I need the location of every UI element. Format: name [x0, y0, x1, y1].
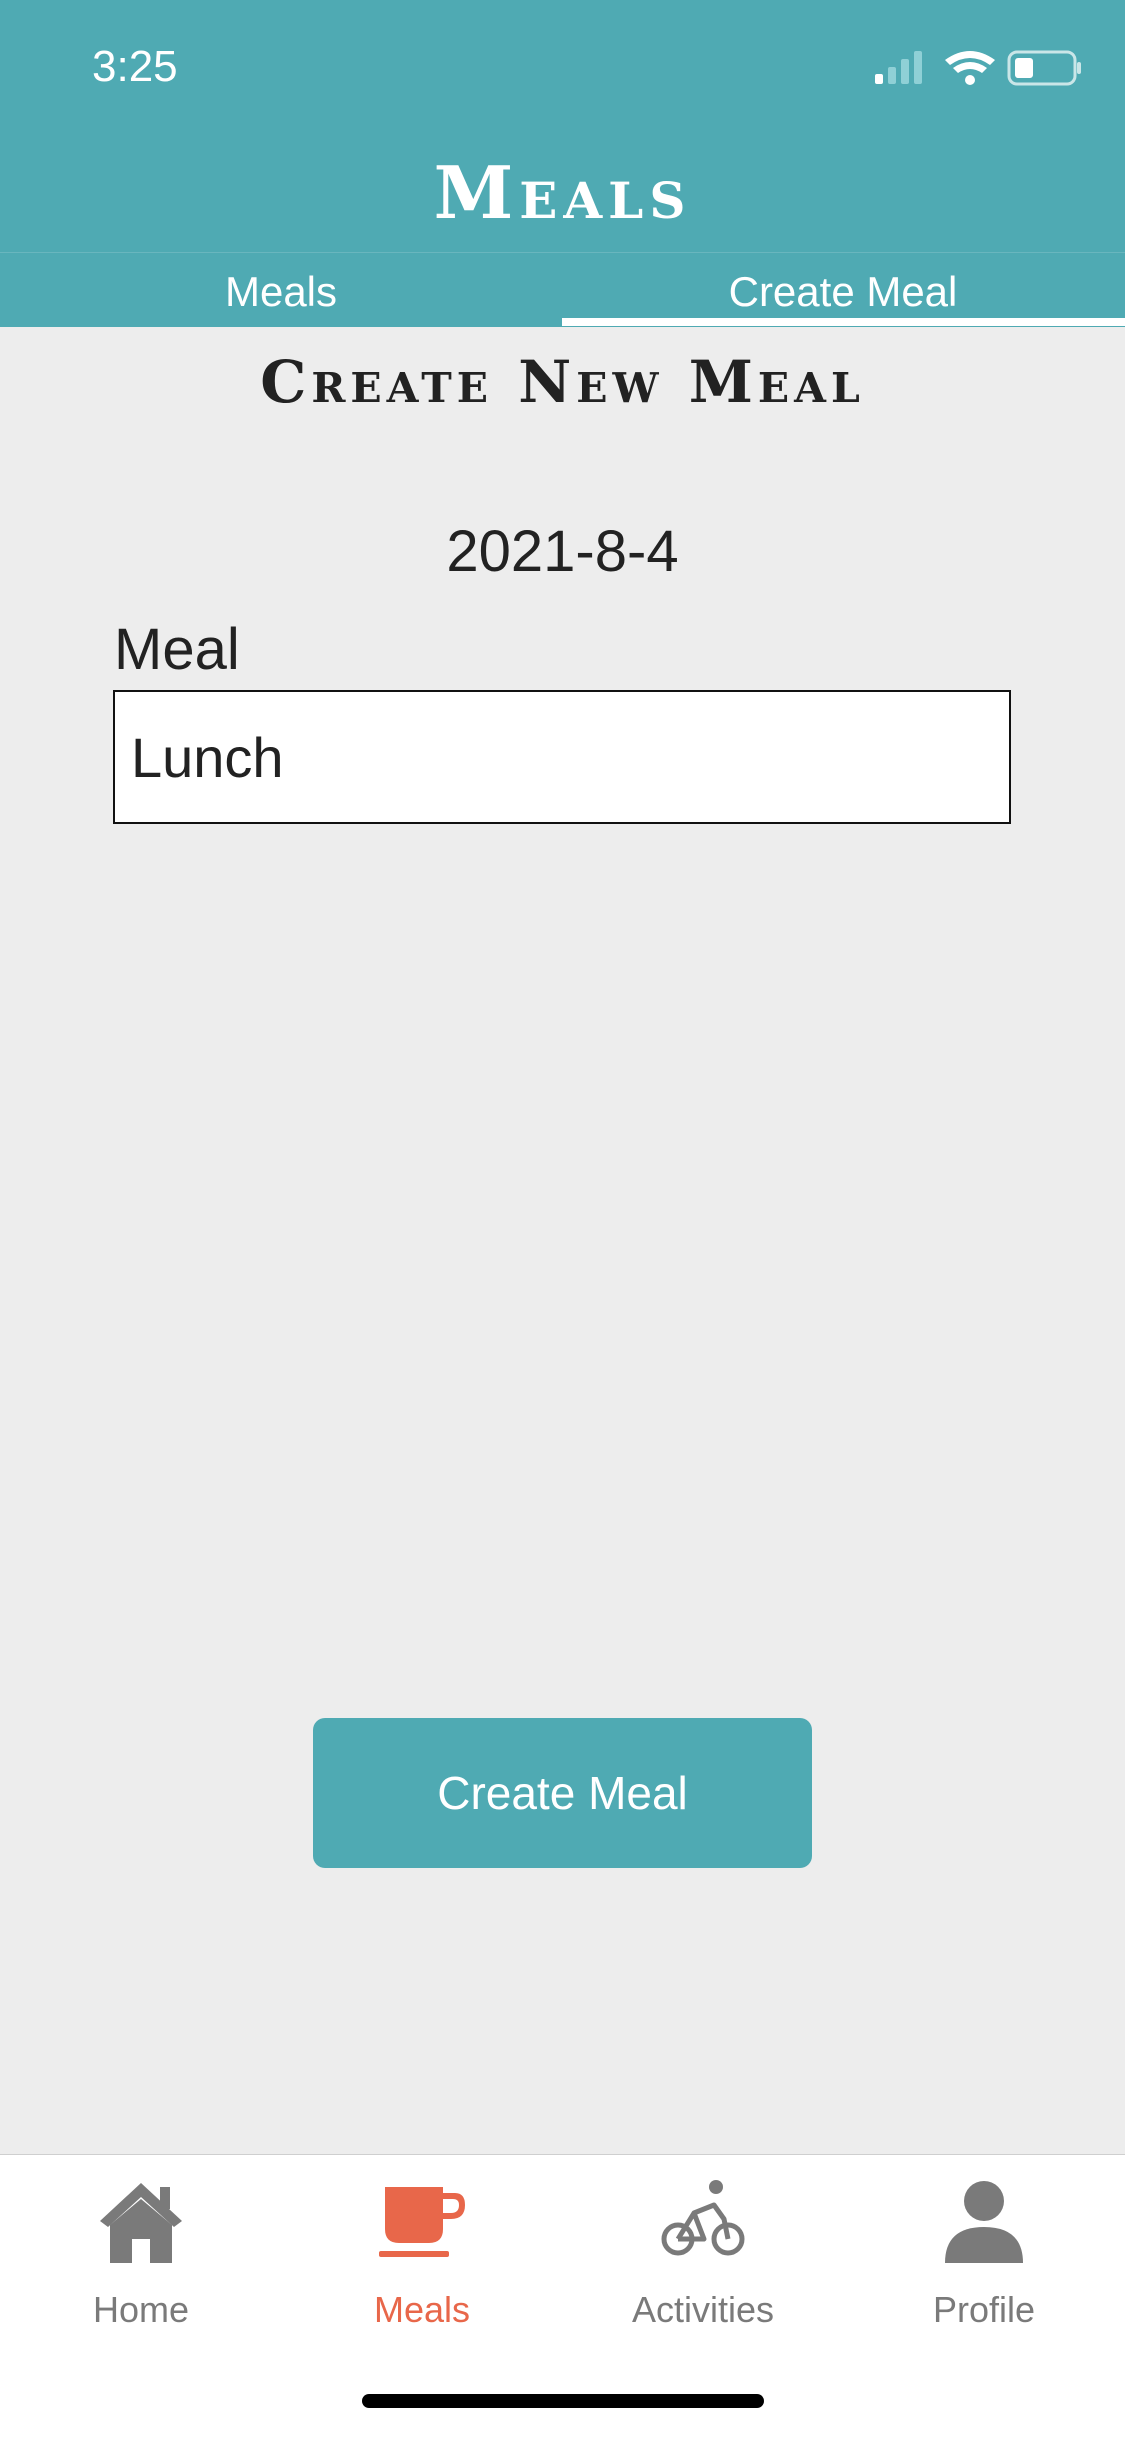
meal-input[interactable] [113, 690, 1011, 824]
app-header: 3:25 Meals [0, 0, 1125, 252]
bicycle-icon [661, 2180, 745, 2256]
nav-label-meals: Meals [373, 2289, 471, 2330]
person-icon [945, 2181, 1023, 2263]
wifi-icon [945, 51, 995, 85]
active-tab-indicator [562, 318, 1125, 326]
page-title: Meals [433, 150, 692, 235]
cup-icon [379, 2187, 465, 2257]
section-title: Create New Meal [260, 348, 865, 416]
home-icon [100, 2183, 182, 2263]
nav-label-profile: Profile [932, 2289, 1036, 2330]
tab-create-meal[interactable]: Create Meal [562, 253, 1124, 327]
status-time: 3:25 [92, 42, 178, 91]
battery-icon [1007, 50, 1081, 86]
nav-item-meals[interactable]: Meals [281, 2155, 563, 2355]
tab-meals[interactable]: Meals [0, 253, 562, 327]
tab-bar: Meals Create Meal [0, 252, 1125, 327]
create-meal-button[interactable]: Create Meal [313, 1718, 812, 1868]
nav-item-profile[interactable]: Profile [843, 2155, 1125, 2355]
home-indicator[interactable] [362, 2394, 764, 2408]
meal-field-label: Meal [114, 617, 240, 682]
status-icons [875, 46, 1085, 90]
nav-item-home[interactable]: Home [0, 2155, 282, 2355]
nav-label-home: Home [92, 2289, 190, 2330]
nav-label-activities: Activities [631, 2289, 775, 2330]
signal-icon [875, 51, 922, 84]
nav-item-activities[interactable]: Activities [562, 2155, 844, 2355]
meal-date[interactable]: 2021-8-4 [0, 518, 1125, 585]
